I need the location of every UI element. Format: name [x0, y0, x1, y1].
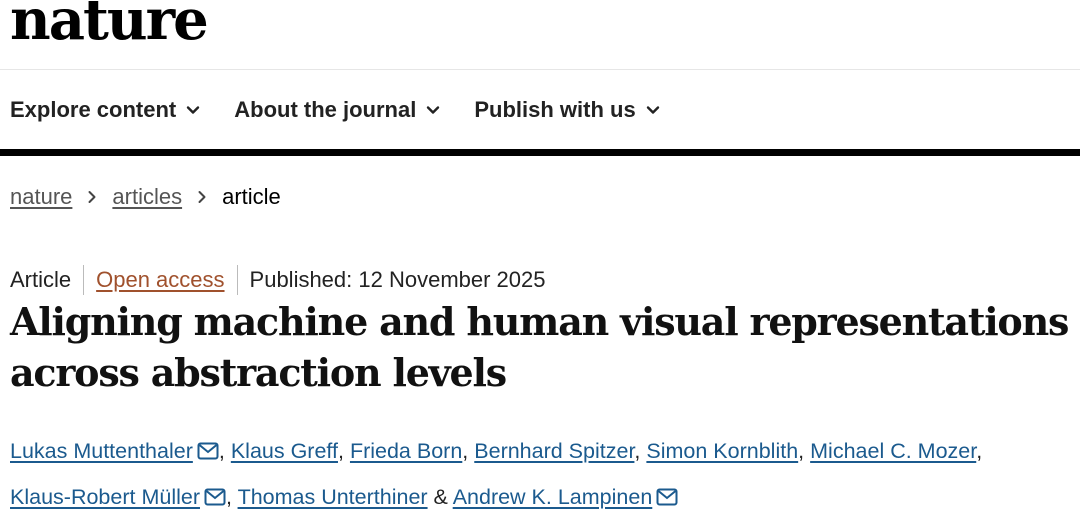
article-title: Aligning machine and human visual repres…	[10, 296, 1070, 398]
author-link[interactable]: Andrew K. Lampinen	[453, 485, 653, 509]
nav-item-label: About the journal	[234, 97, 417, 122]
nav-item-label: Publish with us	[474, 97, 636, 122]
author-link[interactable]: Simon Kornblith	[646, 439, 798, 463]
article-type: Article	[10, 267, 72, 292]
chevron-right-icon	[88, 191, 96, 203]
author-separator: ,	[634, 439, 641, 463]
author-link[interactable]: Thomas Unterthiner	[238, 485, 428, 509]
author-link[interactable]: Frieda Born	[350, 439, 462, 463]
meta-divider	[236, 265, 238, 295]
published-date: Published: 12 November 2025	[249, 267, 546, 292]
article-meta: Article Open access Published: 12 Novemb…	[10, 265, 546, 295]
meta-divider	[83, 265, 85, 295]
breadcrumb-articles[interactable]: articles	[112, 184, 182, 210]
author-link[interactable]: Lukas Muttenthaler	[10, 439, 193, 463]
mail-icon[interactable]	[197, 442, 219, 460]
author-separator: ,	[225, 485, 232, 509]
nav-divider	[0, 149, 1080, 156]
breadcrumb: nature articles article	[10, 184, 281, 210]
author-separator: ,	[798, 439, 805, 463]
chevron-down-icon	[427, 106, 440, 114]
site-header: nature	[0, 0, 1080, 70]
chevron-down-icon	[646, 106, 659, 114]
open-access-link[interactable]: Open access	[96, 267, 224, 293]
nav-explore-content[interactable]: Explore content	[10, 97, 200, 123]
author-link[interactable]: Klaus-Robert Müller	[10, 485, 200, 509]
author-link[interactable]: Bernhard Spitzer	[474, 439, 634, 463]
breadcrumb-current: article	[222, 184, 281, 209]
author-list: Lukas Muttenthaler, Klaus Greff, Frieda …	[10, 428, 1075, 520]
author-link[interactable]: Klaus Greff	[231, 439, 338, 463]
nav-publish-with-us[interactable]: Publish with us	[474, 97, 659, 123]
mail-icon[interactable]	[204, 488, 226, 506]
author-link[interactable]: Michael C. Mozer	[810, 439, 976, 463]
mail-icon[interactable]	[656, 488, 678, 506]
author-separator: ,	[218, 439, 225, 463]
nav-item-label: Explore content	[10, 97, 177, 122]
nav-about-journal[interactable]: About the journal	[234, 97, 440, 123]
title-line-1: Aligning machine and human visual repres…	[10, 299, 1069, 344]
title-line-2: across abstraction levels	[10, 350, 507, 395]
author-joiner: &	[433, 485, 448, 509]
author-separator: ,	[976, 439, 983, 463]
main-nav: Explore content About the journal Publis…	[0, 71, 1080, 149]
chevron-down-icon	[187, 106, 200, 114]
breadcrumb-nature[interactable]: nature	[10, 184, 72, 210]
author-separator: ,	[462, 439, 469, 463]
nature-logo[interactable]: nature	[10, 0, 209, 48]
chevron-right-icon	[198, 191, 206, 203]
author-separator: ,	[337, 439, 344, 463]
